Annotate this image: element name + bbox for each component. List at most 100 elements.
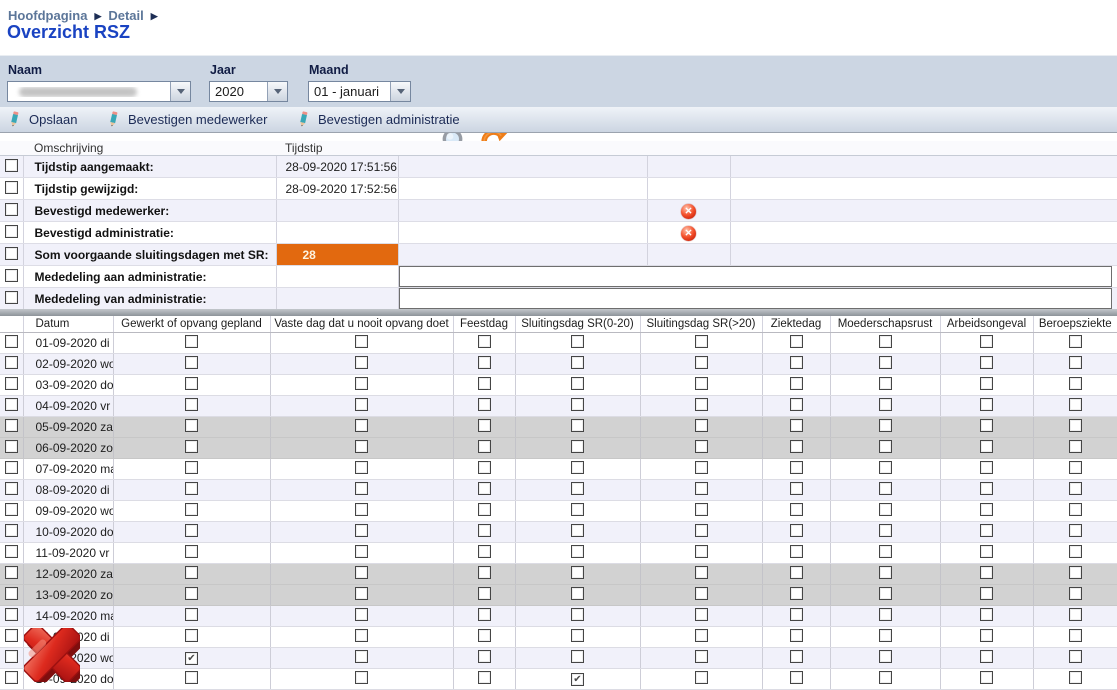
day-checkbox[interactable]	[571, 335, 584, 348]
day-checkbox[interactable]	[355, 482, 368, 495]
maand-select[interactable]: 01 - januari	[308, 81, 411, 102]
day-checkbox[interactable]	[355, 419, 368, 432]
day-checkbox[interactable]	[790, 671, 803, 684]
day-checkbox[interactable]	[571, 608, 584, 621]
day-checkbox[interactable]	[695, 524, 708, 537]
day-checkbox[interactable]	[185, 671, 198, 684]
day-checkbox[interactable]	[695, 629, 708, 642]
day-checkbox[interactable]	[980, 545, 993, 558]
day-checkbox[interactable]	[879, 482, 892, 495]
row-select-checkbox[interactable]	[5, 269, 18, 282]
maand-select-button[interactable]	[390, 82, 410, 101]
row-select-checkbox[interactable]	[5, 440, 18, 453]
row-select-checkbox[interactable]	[5, 503, 18, 516]
row-select-checkbox[interactable]	[5, 203, 18, 216]
day-checkbox[interactable]	[478, 608, 491, 621]
day-checkbox[interactable]	[571, 629, 584, 642]
row-select-checkbox[interactable]	[5, 159, 18, 172]
day-checkbox[interactable]	[1069, 356, 1082, 369]
row-select-checkbox[interactable]	[5, 524, 18, 537]
day-checkbox[interactable]	[980, 650, 993, 663]
day-checkbox[interactable]	[695, 566, 708, 579]
day-checkbox[interactable]	[478, 419, 491, 432]
day-checkbox[interactable]	[185, 419, 198, 432]
day-checkbox[interactable]	[571, 503, 584, 516]
day-checkbox[interactable]	[478, 356, 491, 369]
day-checkbox[interactable]	[695, 398, 708, 411]
day-checkbox[interactable]	[879, 524, 892, 537]
day-checkbox[interactable]	[790, 419, 803, 432]
day-checkbox[interactable]	[980, 377, 993, 390]
day-checkbox[interactable]	[790, 587, 803, 600]
day-checkbox[interactable]	[478, 566, 491, 579]
day-checkbox[interactable]	[879, 440, 892, 453]
day-checkbox[interactable]	[571, 398, 584, 411]
day-checkbox[interactable]	[695, 545, 708, 558]
day-checkbox[interactable]: ✔	[571, 673, 584, 686]
day-checkbox[interactable]	[790, 629, 803, 642]
breadcrumb-item-hoofdpagina[interactable]: Hoofdpagina	[8, 8, 87, 23]
day-checkbox[interactable]	[355, 629, 368, 642]
day-checkbox[interactable]	[355, 398, 368, 411]
day-checkbox[interactable]	[571, 587, 584, 600]
day-checkbox[interactable]	[980, 356, 993, 369]
day-checkbox[interactable]	[1069, 566, 1082, 579]
day-checkbox[interactable]	[185, 545, 198, 558]
bevestigen-medewerker-button[interactable]: Bevestigen medewerker	[107, 107, 267, 132]
day-checkbox[interactable]	[980, 503, 993, 516]
day-checkbox[interactable]	[571, 524, 584, 537]
day-checkbox[interactable]	[185, 398, 198, 411]
day-checkbox[interactable]	[1069, 629, 1082, 642]
row-select-checkbox[interactable]	[5, 482, 18, 495]
day-checkbox[interactable]	[980, 608, 993, 621]
row-select-checkbox[interactable]	[5, 671, 18, 684]
day-checkbox[interactable]	[355, 356, 368, 369]
day-checkbox[interactable]	[980, 461, 993, 474]
day-checkbox[interactable]	[571, 566, 584, 579]
day-checkbox[interactable]	[355, 566, 368, 579]
day-checkbox[interactable]	[355, 671, 368, 684]
day-checkbox[interactable]	[790, 461, 803, 474]
day-checkbox[interactable]	[478, 524, 491, 537]
day-checkbox[interactable]	[185, 608, 198, 621]
day-checkbox[interactable]	[571, 482, 584, 495]
day-checkbox[interactable]	[790, 566, 803, 579]
day-checkbox[interactable]	[478, 440, 491, 453]
day-checkbox[interactable]	[478, 482, 491, 495]
day-checkbox[interactable]	[355, 335, 368, 348]
day-checkbox[interactable]	[879, 335, 892, 348]
naam-select[interactable]	[7, 81, 191, 102]
day-checkbox[interactable]	[695, 503, 708, 516]
day-checkbox[interactable]	[478, 545, 491, 558]
day-checkbox[interactable]	[571, 440, 584, 453]
day-checkbox[interactable]	[695, 482, 708, 495]
day-checkbox[interactable]	[1069, 482, 1082, 495]
day-checkbox[interactable]	[478, 335, 491, 348]
row-select-checkbox[interactable]	[5, 461, 18, 474]
day-checkbox[interactable]: ✔	[185, 652, 198, 665]
day-checkbox[interactable]	[1069, 377, 1082, 390]
day-checkbox[interactable]	[790, 503, 803, 516]
day-checkbox[interactable]	[355, 503, 368, 516]
row-select-checkbox[interactable]	[5, 419, 18, 432]
day-checkbox[interactable]	[478, 629, 491, 642]
day-checkbox[interactable]	[185, 440, 198, 453]
day-checkbox[interactable]	[355, 545, 368, 558]
day-checkbox[interactable]	[879, 650, 892, 663]
mededeling-input[interactable]	[399, 288, 1113, 309]
day-checkbox[interactable]	[879, 398, 892, 411]
day-checkbox[interactable]	[185, 503, 198, 516]
day-checkbox[interactable]	[185, 524, 198, 537]
day-checkbox[interactable]	[185, 482, 198, 495]
day-checkbox[interactable]	[879, 608, 892, 621]
row-select-checkbox[interactable]	[5, 566, 18, 579]
row-select-checkbox[interactable]	[5, 181, 18, 194]
day-checkbox[interactable]	[695, 335, 708, 348]
day-checkbox[interactable]	[185, 356, 198, 369]
row-select-checkbox[interactable]	[5, 247, 18, 260]
day-checkbox[interactable]	[790, 545, 803, 558]
row-select-checkbox[interactable]	[5, 377, 18, 390]
day-checkbox[interactable]	[478, 587, 491, 600]
day-checkbox[interactable]	[980, 566, 993, 579]
day-checkbox[interactable]	[879, 356, 892, 369]
